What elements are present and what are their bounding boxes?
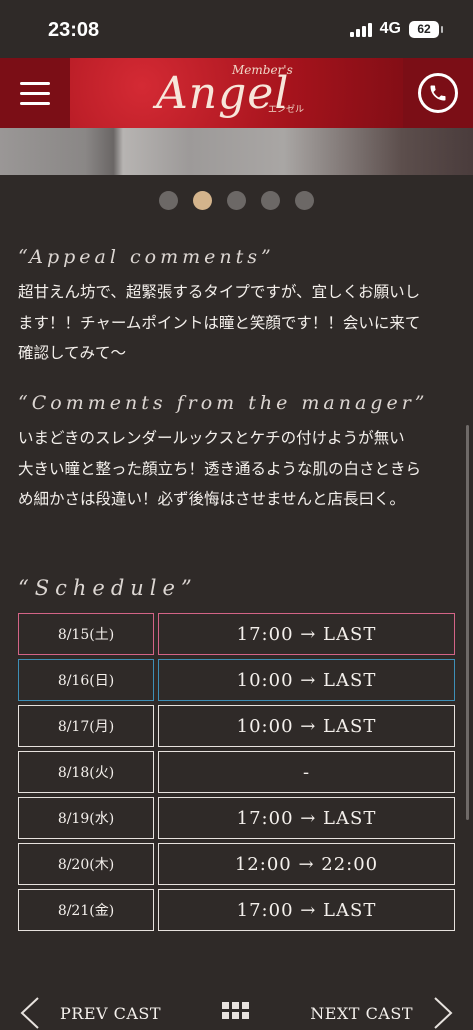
appeal-line: 確認してみて〜 <box>18 344 127 362</box>
schedule-time: 17:00 → LAST <box>158 889 455 931</box>
manager-line: 大きい瞳と整った顔立ち！透き通るような肌の白さときら <box>18 459 422 478</box>
schedule-date: 8/15(土) <box>18 613 154 655</box>
appeal-comments-title: “Appeal comments” <box>18 246 275 268</box>
schedule-row: 8/17(月) 10:00 → LAST <box>18 705 455 747</box>
chevron-left-icon <box>20 997 39 1029</box>
menu-icon <box>20 81 50 85</box>
schedule-row: 8/19(水) 17:00 → LAST <box>18 797 455 839</box>
schedule-date: 8/21(金) <box>18 889 154 931</box>
schedule-date: 8/20(木) <box>18 843 154 885</box>
prev-cast-label: PREV CAST <box>60 1003 162 1023</box>
grid-list-icon[interactable] <box>222 1002 249 1019</box>
appeal-comments-text: 超甘えん坊で、超緊張するタイプですが、宜しくお願いし ます！！チャームポイントは… <box>18 277 458 369</box>
schedule-row: 8/18(火) - <box>18 751 455 793</box>
scrollbar[interactable] <box>466 425 469 820</box>
network-label: 4G <box>379 20 401 37</box>
schedule-time: 12:00 → 22:00 <box>158 843 455 885</box>
cast-photo[interactable] <box>0 128 473 175</box>
carousel-dot[interactable] <box>159 191 178 210</box>
status-bar: 23:08 4G 62 <box>0 0 473 58</box>
battery-icon: 62 <box>409 20 443 38</box>
battery-level: 62 <box>417 21 431 36</box>
logo-kana-text: エンゼル <box>268 105 305 115</box>
schedule-table: 8/15(土) 17:00 → LAST 8/16(日) 10:00 → LAS… <box>18 613 455 935</box>
appeal-line: 超甘えん坊で、超緊張するタイプですが、宜しくお願いし <box>18 283 421 301</box>
status-time: 23:08 <box>48 19 100 41</box>
schedule-date: 8/18(火) <box>18 751 154 793</box>
carousel-dot[interactable] <box>227 191 246 210</box>
prev-cast-button[interactable]: PREV CAST <box>18 996 161 1030</box>
manager-line: いまどきのスレンダールックスとケチの付けようが無い <box>18 429 405 447</box>
schedule-row: 8/20(木) 12:00 → 22:00 <box>18 843 455 885</box>
signal-icon <box>349 21 372 37</box>
schedule-time: 17:00 → LAST <box>158 613 455 655</box>
schedule-row: 8/21(金) 17:00 → LAST <box>18 889 455 931</box>
next-cast-label: NEXT CAST <box>310 1003 413 1023</box>
site-logo[interactable]: Member's Angel エンゼル <box>150 60 330 126</box>
manager-comments-title: “Comments from the manager” <box>18 392 429 414</box>
schedule-time: 10:00 → LAST <box>158 705 455 747</box>
schedule-time: - <box>158 751 455 793</box>
schedule-row: 8/15(土) 17:00 → LAST <box>18 613 455 655</box>
appeal-line: ます！！チャームポイントは瞳と笑顔です！！会いに来て <box>18 313 421 332</box>
manager-line: め細かさは段違い！必ず後悔はさせませんと店長曰く。 <box>18 490 406 508</box>
carousel-dots <box>159 191 314 210</box>
schedule-title: “Schedule” <box>18 576 198 600</box>
carousel-dot-active[interactable] <box>193 191 212 210</box>
carousel-dot[interactable] <box>295 191 314 210</box>
phone-call-button[interactable] <box>403 58 473 128</box>
status-indicators: 4G 62 <box>349 20 443 38</box>
phone-icon <box>418 73 458 113</box>
schedule-time: 10:00 → LAST <box>158 659 455 701</box>
next-cast-button[interactable]: NEXT CAST <box>310 996 455 1030</box>
schedule-time: 17:00 → LAST <box>158 797 455 839</box>
cast-navigation: PREV CAST NEXT CAST <box>0 990 473 1029</box>
schedule-date: 8/16(日) <box>18 659 154 701</box>
schedule-date: 8/19(水) <box>18 797 154 839</box>
hamburger-menu-button[interactable] <box>0 58 70 128</box>
carousel-dot[interactable] <box>261 191 280 210</box>
chevron-right-icon <box>434 997 453 1029</box>
site-header: Member's Angel エンゼル <box>0 58 473 128</box>
manager-comments-text: いまどきのスレンダールックスとケチの付けようが無い 大きい瞳と整った顔立ち！透き… <box>18 423 458 515</box>
schedule-row: 8/16(日) 10:00 → LAST <box>18 659 455 701</box>
schedule-date: 8/17(月) <box>18 705 154 747</box>
